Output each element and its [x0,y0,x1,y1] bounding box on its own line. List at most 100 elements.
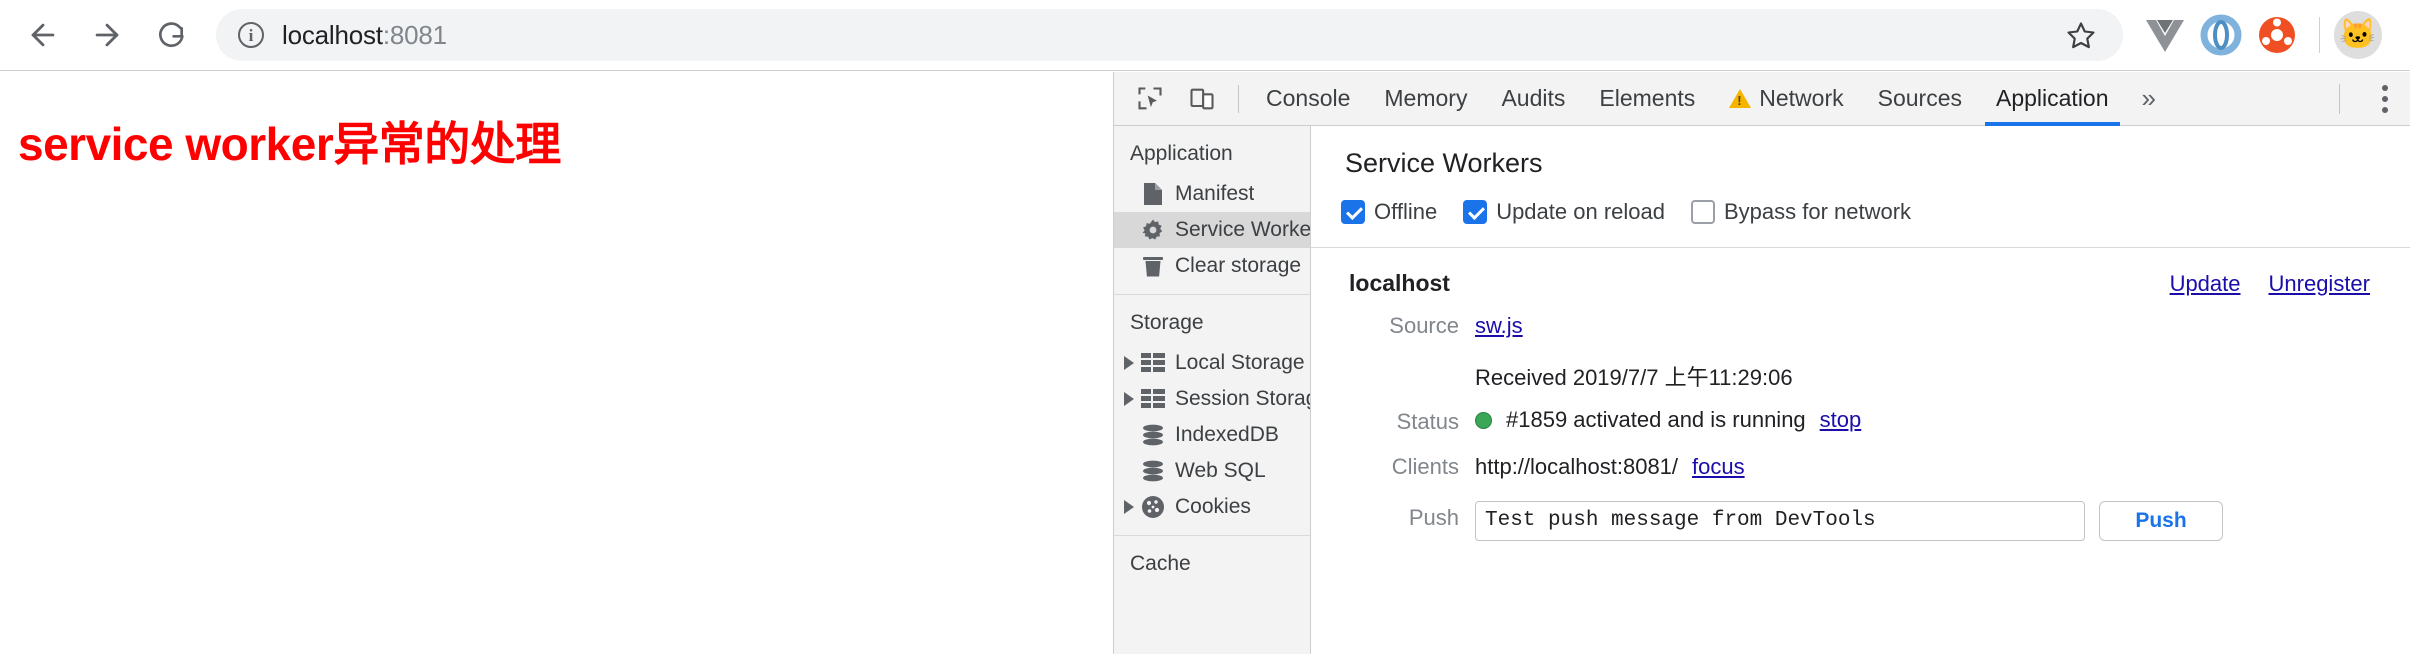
reload-icon[interactable] [144,8,198,62]
bypass-for-network-label: Bypass for network [1723,199,1912,224]
update-link[interactable]: Update [2170,271,2241,297]
devtools-body: Application Manifest Service Worke Clear… [1114,126,2410,654]
sidebar-item-session-storage[interactable]: Session Storage [1114,381,1310,417]
orange-circle-extension-icon[interactable] [2249,7,2305,63]
blue-ring-extension-icon[interactable] [2193,7,2249,63]
section-title: Cache [1130,552,1191,575]
url-text: localhost:8081 [282,20,447,51]
device-toolbar-icon[interactable] [1176,77,1228,121]
cookie-icon [1140,494,1166,520]
clients-url: http://localhost:8081/ [1475,454,1679,479]
tab-console[interactable]: Console [1249,72,1367,126]
service-workers-pane: Service Workers Offline Update on reload… [1311,126,2410,654]
service-worker-options: Offline Update on reload Bypass for netw… [1311,179,2410,225]
offline-checkbox-row[interactable]: Offline [1341,199,1437,225]
vue-devtools-icon[interactable] [2137,7,2193,63]
tab-network[interactable]: Network [1712,72,1860,126]
sidebar-item-label: Clear storage [1175,254,1302,277]
source-row: Source sw.js [1349,313,2410,360]
chevron-double-right-icon: » [2141,83,2156,113]
url-host: localhost [282,19,383,50]
url-bar[interactable]: i localhost:8081 [216,9,2123,61]
sidebar-item-label: IndexedDB [1175,423,1279,446]
trash-icon [1140,253,1166,279]
status-indicator-dot [1475,411,1492,429]
sidebar-item-service-workers[interactable]: Service Workers [1114,212,1310,248]
tab-application[interactable]: Application [1979,72,2126,126]
sidebar-item-web-sql[interactable]: Web SQL [1114,453,1310,489]
expand-triangle-icon[interactable] [1124,500,1134,514]
inspect-element-icon[interactable] [1124,77,1176,121]
document-icon [1140,181,1166,207]
tab-label: Sources [1877,85,1962,111]
sidebar-item-clear-storage[interactable]: Clear storage [1114,248,1310,284]
browser-toolbar: i localhost:8081 🐱 [0,0,2410,71]
page-title: service worker异常的处理 [18,118,561,170]
section-title: Application [1130,142,1233,165]
focus-link[interactable]: focus [1692,454,1745,480]
sidebar-item-cookies[interactable]: Cookies [1114,489,1310,525]
source-file-link[interactable]: sw.js [1475,313,1523,339]
tab-memory[interactable]: Memory [1367,72,1484,126]
expand-triangle-icon[interactable] [1124,356,1134,370]
registration-actions: Update Unregister [2170,271,2370,297]
sidebar-item-label: Service Workers [1175,218,1310,241]
extension-icons: 🐱 [2137,7,2410,63]
registration-origin: localhost [1349,270,1450,296]
offline-checkbox[interactable] [1341,200,1365,224]
url-port: :8081 [382,19,447,50]
table-icon [1140,386,1166,412]
stop-link[interactable]: stop [1820,407,1862,433]
avatar-glyph: 🐱 [2339,18,2377,51]
sidebar-item-indexeddb[interactable]: IndexedDB [1114,417,1310,453]
sidebar-item-label: Session Storage [1175,387,1310,410]
sidebar-section-application: Application Manifest Service Worke Clear… [1114,126,1310,295]
bypass-for-network-checkbox-row[interactable]: Bypass for network [1690,199,1912,225]
tab-label: Application [1996,85,2109,111]
gear-icon [1140,217,1166,243]
sidebar-item-label: Local Storage [1175,351,1305,374]
tab-label: Console [1266,85,1351,111]
update-on-reload-checkbox-row[interactable]: Update on reload [1463,199,1665,225]
tab-elements[interactable]: Elements [1582,72,1712,126]
expand-triangle-icon[interactable] [1124,392,1134,406]
tab-overflow-button[interactable]: » [2126,72,2172,126]
back-icon[interactable] [16,8,70,62]
sidebar-item-manifest[interactable]: Manifest [1114,176,1310,212]
update-on-reload-label: Update on reload [1496,199,1665,224]
push-message-input[interactable]: Test push message from DevTools [1475,501,2085,541]
sidebar-section-storage: Storage Local Storage Session Stora Inde… [1114,295,1310,536]
tabbar-divider [1238,84,1239,113]
table-icon [1140,350,1166,376]
forward-icon[interactable] [80,8,134,62]
pane-title: Service Workers [1345,148,1543,178]
received-text: Received 2019/7/7 上午11:29:06 [1475,365,1793,390]
database-icon [1140,458,1166,484]
sidebar-item-label: Manifest [1175,182,1255,205]
devtools-sidebar: Application Manifest Service Worke Clear… [1114,126,1311,654]
status-row: Status #1859 activated and is running st… [1349,407,2410,454]
status-label: Status [1396,408,1459,434]
bypass-for-network-checkbox[interactable] [1690,200,1715,224]
push-button[interactable]: Push [2099,501,2223,541]
update-on-reload-checkbox[interactable] [1463,200,1488,224]
tab-sources[interactable]: Sources [1861,72,1979,126]
warning-triangle-icon [1729,89,1752,108]
avatar[interactable]: 🐱 [2334,11,2382,59]
star-icon[interactable] [2061,15,2101,55]
devtools-panel: Console Memory Audits Elements Network S… [1113,72,2410,654]
unregister-link[interactable]: Unregister [2269,271,2370,297]
tab-label: Network [1759,85,1844,111]
tab-label: Memory [1384,85,1468,111]
toolbar-divider [2319,17,2320,53]
sidebar-item-label: Web SQL [1175,459,1266,482]
sidebar-section-cache: Cache [1114,536,1310,586]
tab-label: Elements [1599,85,1696,111]
more-vertical-icon[interactable] [2376,79,2394,119]
tab-audits[interactable]: Audits [1484,72,1582,126]
sidebar-item-local-storage[interactable]: Local Storage [1114,345,1310,381]
info-glyph: i [248,25,254,45]
database-icon [1140,422,1166,448]
info-circle-icon[interactable]: i [238,22,264,48]
received-row: Received 2019/7/7 上午11:29:06 [1349,360,2410,407]
